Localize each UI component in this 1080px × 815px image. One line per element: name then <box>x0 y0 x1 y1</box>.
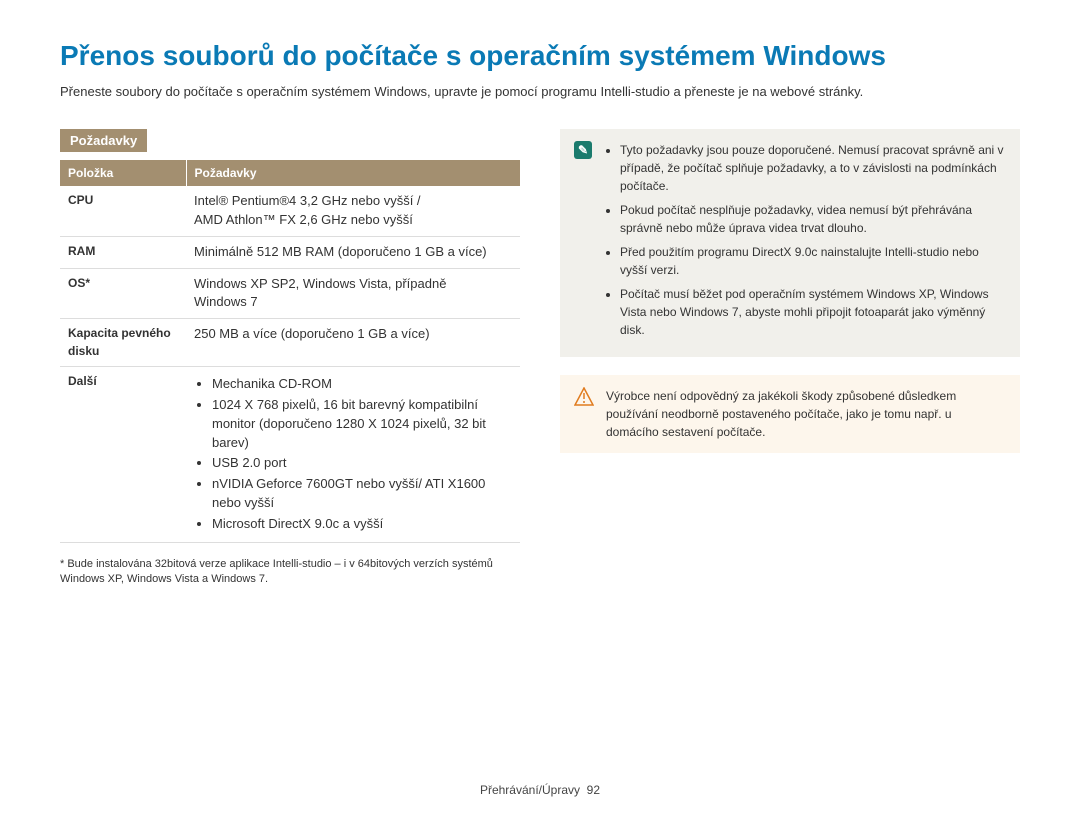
table-header-item: Položka <box>60 160 186 186</box>
list-item: Počítač musí běžet pod operačním systéme… <box>620 285 1006 339</box>
warning-text: Výrobce není odpovědný za jakékoli škody… <box>606 387 1006 441</box>
table-header-requirement: Požadavky <box>186 160 520 186</box>
footer-page-number: 92 <box>587 783 600 797</box>
cell-label: Kapacita pevného disku <box>60 319 186 367</box>
info-icon: ✎ <box>574 141 592 345</box>
table-row: RAM Minimálně 512 MB RAM (doporučeno 1 G… <box>60 236 520 268</box>
list-item: Pokud počítač nesplňuje požadavky, videa… <box>620 201 1006 237</box>
list-item: Microsoft DirectX 9.0c a vyšší <box>212 515 512 534</box>
table-row: CPU Intel® Pentium®4 3,2 GHz nebo vyšší … <box>60 186 520 236</box>
intro-paragraph: Přeneste soubory do počítače s operačním… <box>60 84 1020 99</box>
list-item: nVIDIA Geforce 7600GT nebo vyšší/ ATI X1… <box>212 475 512 513</box>
warning-icon <box>574 387 594 441</box>
cell-label: CPU <box>60 186 186 236</box>
section-title-requirements: Požadavky <box>60 129 147 152</box>
cell-label: OS* <box>60 268 186 319</box>
requirements-table: Položka Požadavky CPU Intel® Pentium®4 3… <box>60 160 520 543</box>
info-note-list: Tyto požadavky jsou pouze doporučené. Ne… <box>604 141 1006 345</box>
table-row: Kapacita pevného disku 250 MB a více (do… <box>60 319 520 367</box>
page-footer: Přehrávání/Úpravy 92 <box>0 783 1080 797</box>
cell-label: Další <box>60 367 186 543</box>
cell-value: Intel® Pentium®4 3,2 GHz nebo vyšší / AM… <box>186 186 520 236</box>
list-item: Tyto požadavky jsou pouze doporučené. Ne… <box>620 141 1006 195</box>
list-item: USB 2.0 port <box>212 454 512 473</box>
footnote: * Bude instalována 32bitová verze aplika… <box>60 557 520 588</box>
list-item: 1024 X 768 pixelů, 16 bit barevný kompat… <box>212 396 512 453</box>
warning-note-box: Výrobce není odpovědný za jakékoli škody… <box>560 375 1020 453</box>
list-item: Před použitím programu DirectX 9.0c nain… <box>620 243 1006 279</box>
right-column: ✎ Tyto požadavky jsou pouze doporučené. … <box>560 129 1020 588</box>
cell-label: RAM <box>60 236 186 268</box>
list-item: Mechanika CD-ROM <box>212 375 512 394</box>
content-columns: Požadavky Položka Požadavky CPU Intel® P… <box>60 129 1020 588</box>
cell-value: Mechanika CD-ROM 1024 X 768 pixelů, 16 b… <box>186 367 520 543</box>
cell-value: Minimálně 512 MB RAM (doporučeno 1 GB a … <box>186 236 520 268</box>
cell-value: Windows XP SP2, Windows Vista, případně … <box>186 268 520 319</box>
info-note-box: ✎ Tyto požadavky jsou pouze doporučené. … <box>560 129 1020 357</box>
table-row: OS* Windows XP SP2, Windows Vista, přípa… <box>60 268 520 319</box>
table-row: Další Mechanika CD-ROM 1024 X 768 pixelů… <box>60 367 520 543</box>
page-title: Přenos souborů do počítače s operačním s… <box>60 40 1020 72</box>
cell-value: 250 MB a více (doporučeno 1 GB a více) <box>186 319 520 367</box>
left-column: Požadavky Položka Požadavky CPU Intel® P… <box>60 129 520 588</box>
footer-section: Přehrávání/Úpravy <box>480 783 580 797</box>
document-page: Přenos souborů do počítače s operačním s… <box>0 0 1080 815</box>
